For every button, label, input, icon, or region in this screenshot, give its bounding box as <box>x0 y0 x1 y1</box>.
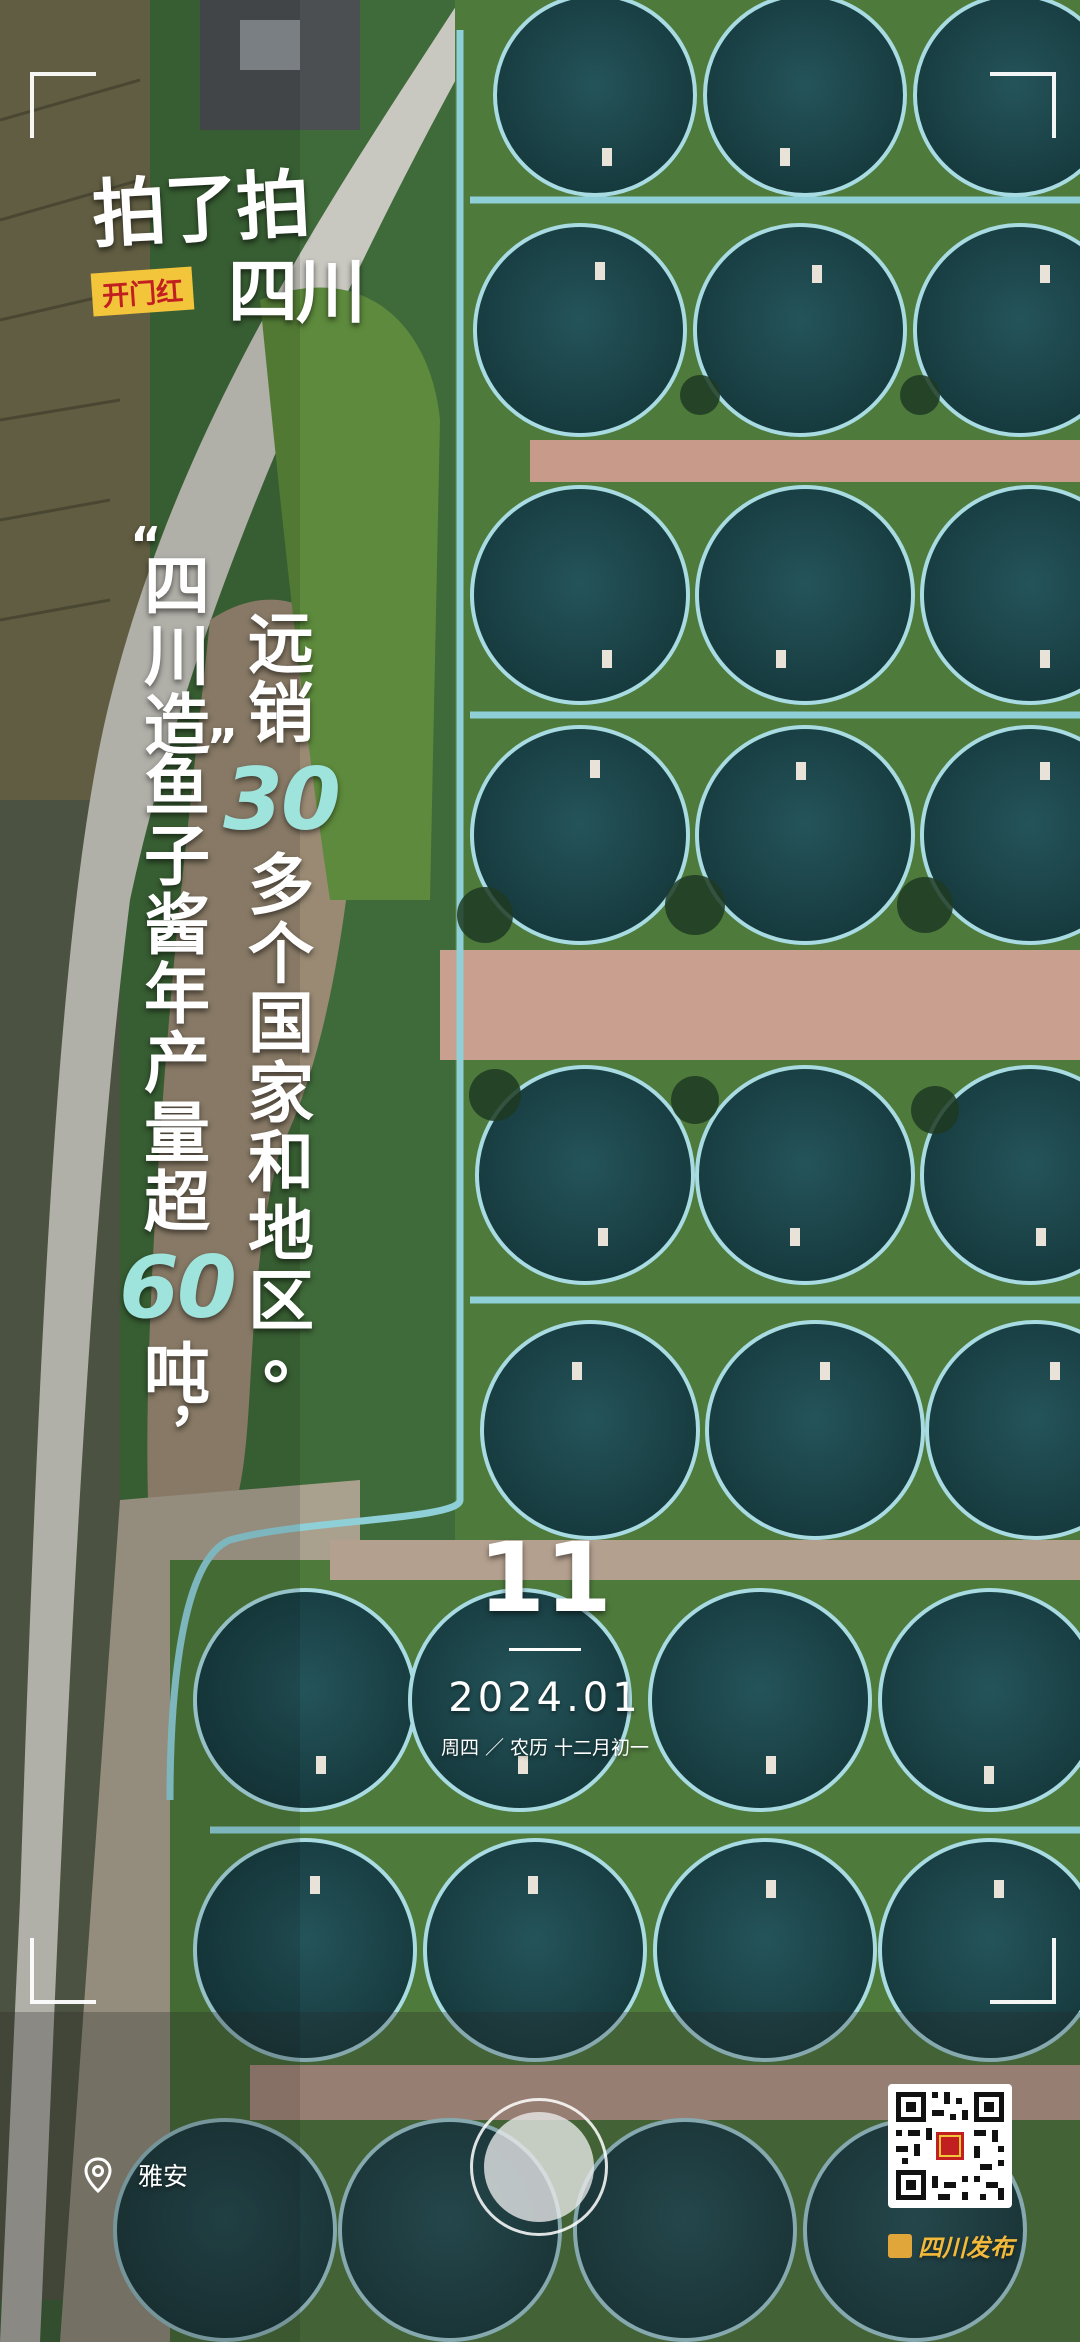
frame-corner-top-right <box>990 72 1056 138</box>
headline-char: 远 <box>248 606 314 683</box>
qr-code-pattern <box>896 2092 1004 2200</box>
date-weekday-lunar: 周四 ／ 农历 十二月初一 <box>440 1737 650 1759</box>
frame-corner-bottom-right <box>990 1938 1056 2004</box>
headline-char: 年 <box>144 956 210 1034</box>
headline-char: 多 <box>248 846 314 924</box>
frame-corner-top-left <box>30 72 96 138</box>
headline-comma: ， <box>169 1368 225 1434</box>
date-day: 11 <box>478 1522 612 1634</box>
capture-button[interactable] <box>470 2098 608 2236</box>
qr-code[interactable] <box>888 2084 1012 2208</box>
headline-char: 四 <box>144 548 210 626</box>
headline-number-30: 30 <box>223 749 341 850</box>
headline-char: 量 <box>144 1094 210 1172</box>
publisher-emblem-icon <box>888 2233 912 2258</box>
headline-char: 家 <box>248 1054 314 1132</box>
location-pin-icon <box>84 2157 112 2193</box>
headline-char: 个 <box>248 916 314 994</box>
headline-char: 鱼 <box>144 748 210 826</box>
logo-badge: 开门红 <box>90 266 195 317</box>
headline-period: 。 <box>263 1315 329 1393</box>
location-name: 雅安 <box>138 2162 189 2191</box>
headline-char: 酱 <box>144 886 210 964</box>
headline-char: 国 <box>248 985 314 1063</box>
location-tag: 雅安 <box>84 2155 188 2195</box>
headline-char: 和 <box>248 1124 314 1202</box>
frame-corner-bottom-left <box>30 1938 96 2004</box>
headline-char: 川 <box>144 617 210 695</box>
headline-number-60: 60 <box>119 1238 237 1339</box>
publisher-logo: 四川发布 <box>888 2228 1014 2263</box>
capture-button-inner[interactable] <box>484 2112 594 2222</box>
headline-char: 产 <box>144 1025 210 1103</box>
headline-char: 销 <box>248 675 314 753</box>
headline-char: 子 <box>144 817 210 895</box>
logo-title-line2: 四川 <box>228 251 366 333</box>
date-divider <box>509 1648 581 1651</box>
brand-logo: 拍了拍 开门红 四川 <box>70 140 410 340</box>
headline-char: 超 <box>144 1164 210 1242</box>
headline-right-column: 远 销 30 多 个 国 家 和 地 区 。 <box>223 606 341 1393</box>
date-year-month: 2024.01 <box>448 1675 642 1721</box>
date-block: 11 2024.01 周四 ／ 农历 十二月初一 <box>420 1530 670 1760</box>
headline-left-column: “ 四 川 造 ” 鱼 子 酱 年 产 量 超 60 吨 ， <box>119 520 238 1434</box>
headline-char: 地 <box>248 1193 314 1271</box>
publisher-name: 四川发布 <box>918 2234 1014 2262</box>
